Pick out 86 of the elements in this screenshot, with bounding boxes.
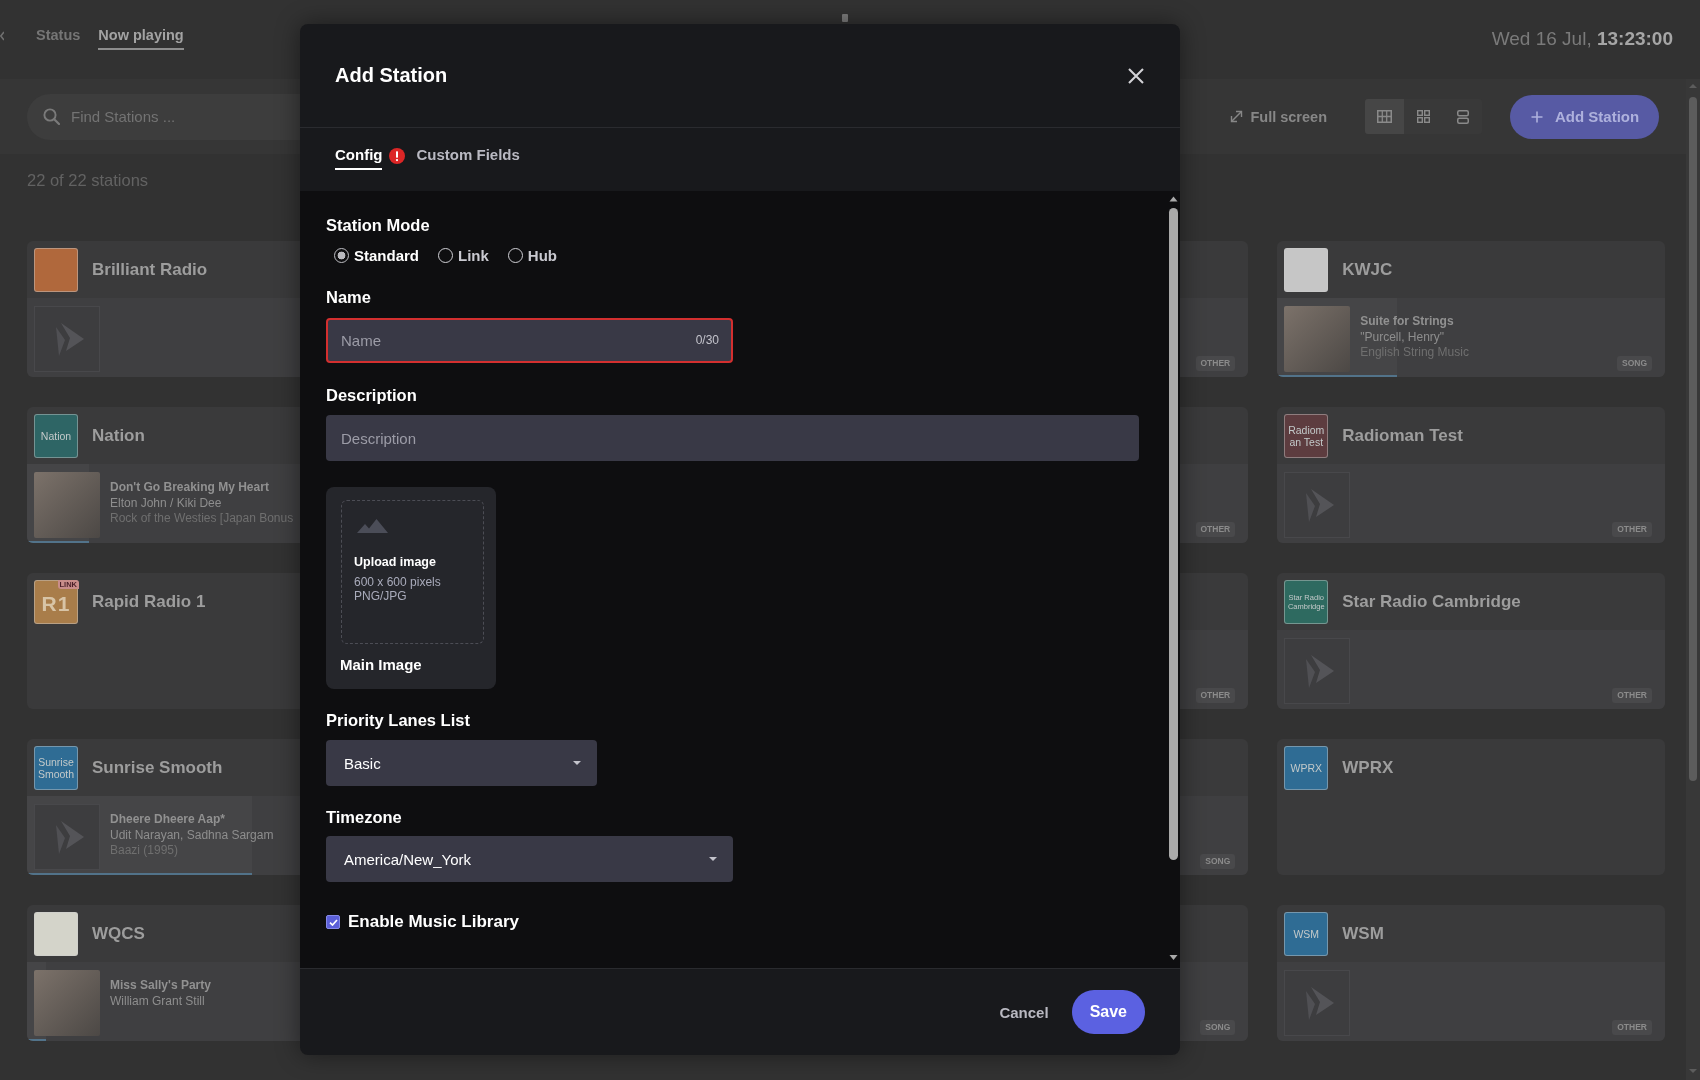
dialog-title: Add Station bbox=[335, 64, 448, 87]
checkbox[interactable] bbox=[326, 915, 340, 929]
field-label: Priority Lanes List bbox=[326, 710, 470, 730]
full-screen-button[interactable]: Full screen bbox=[1230, 108, 1327, 125]
song-artist: Udit Narayan, Sadhna Sargam bbox=[110, 827, 274, 843]
plus-icon bbox=[1531, 110, 1543, 123]
album-art-photo bbox=[34, 970, 100, 1036]
search-icon bbox=[43, 108, 60, 125]
station-name: Brilliant Radio bbox=[92, 259, 208, 280]
song-title: Don't Go Breaking My Heart bbox=[110, 480, 269, 496]
upload-title: Upload image bbox=[354, 554, 436, 570]
play-tile-icon bbox=[1284, 472, 1351, 538]
play-tile-icon bbox=[1284, 638, 1351, 704]
logo-text: R1 bbox=[41, 591, 71, 616]
chevron-left-icon[interactable] bbox=[0, 31, 4, 41]
album-art-photo bbox=[34, 472, 100, 538]
description-field[interactable]: Description bbox=[326, 415, 1139, 461]
station-card[interactable]: WSM WSM OTHER bbox=[1277, 905, 1665, 1041]
station-name: WPRX bbox=[1342, 757, 1394, 778]
rows-icon bbox=[1456, 109, 1469, 124]
logo-text: Sunrise Smooth bbox=[36, 755, 76, 780]
field-label: Timezone bbox=[326, 807, 402, 827]
add-station-button[interactable]: Add Station bbox=[1510, 94, 1659, 139]
caret-down-icon bbox=[573, 761, 581, 765]
logo-text: Radioman Test bbox=[1287, 423, 1326, 448]
character-counter: 0/30 bbox=[695, 333, 719, 348]
song-artist: William Grant Still bbox=[110, 993, 205, 1009]
cancel-button[interactable]: Cancel bbox=[999, 1003, 1049, 1021]
caret-down-icon bbox=[709, 857, 717, 861]
table-grid-icon bbox=[1377, 110, 1392, 123]
scrollbar[interactable] bbox=[1686, 79, 1700, 1080]
logo-text: WSM bbox=[1293, 927, 1320, 940]
content-type-label: OTHER bbox=[1195, 356, 1236, 371]
song-artist: "Purcell, Henry" bbox=[1360, 329, 1445, 345]
nav-tab[interactable]: Status bbox=[36, 27, 81, 50]
dialog-tab[interactable]: Config bbox=[335, 146, 383, 170]
timezone-select[interactable]: America/New_York bbox=[326, 836, 733, 882]
logo-text: WPRX bbox=[1290, 761, 1322, 774]
expand-icon bbox=[1230, 110, 1244, 123]
dialog-tab[interactable]: Custom Fields bbox=[416, 146, 520, 170]
content-type-label: SONG bbox=[1200, 854, 1236, 869]
content-type-label: OTHER bbox=[1195, 522, 1236, 537]
field-label: Station Mode bbox=[326, 215, 430, 235]
tiles-icon bbox=[1417, 110, 1430, 123]
content-type-label: OTHER bbox=[1612, 522, 1652, 537]
album-art-photo bbox=[1284, 306, 1351, 372]
radio-button[interactable] bbox=[334, 247, 349, 263]
station-name: Star Radio Cambridge bbox=[1342, 591, 1521, 612]
view-mode-button[interactable] bbox=[1365, 99, 1404, 134]
play-tile-icon bbox=[34, 804, 100, 870]
priority-lanes-select[interactable]: Basic bbox=[326, 740, 597, 786]
station-card[interactable]: Radioman Test Radioman Test OTHER bbox=[1277, 407, 1665, 543]
checkmark-icon bbox=[328, 918, 338, 926]
field-label: Name bbox=[326, 287, 371, 307]
content-type-label: OTHER bbox=[1612, 688, 1652, 703]
content-type-label: SONG bbox=[1616, 356, 1652, 371]
station-name: Rapid Radio 1 bbox=[92, 591, 206, 612]
station-name: Sunrise Smooth bbox=[92, 757, 223, 778]
close-button[interactable] bbox=[1126, 65, 1146, 86]
date-time: Wed 16 Jul, 13:23:00 bbox=[1491, 28, 1673, 50]
station-name: Radioman Test bbox=[1342, 425, 1463, 446]
station-name: WSM bbox=[1342, 923, 1384, 944]
upload-dropzone[interactable]: Upload image 600 x 600 pixels PNG/JPG bbox=[341, 500, 484, 644]
play-tile-icon bbox=[1284, 970, 1351, 1036]
station-card[interactable]: WPRX WPRX bbox=[1277, 739, 1665, 875]
song-artist: Elton John / Kiki Dee bbox=[110, 495, 222, 511]
upload-format-hint: PNG/JPG bbox=[354, 589, 407, 603]
content-type-label: OTHER bbox=[1612, 1020, 1652, 1035]
song-title: Suite for Strings bbox=[1360, 314, 1454, 330]
drag-handle-icon[interactable] bbox=[842, 14, 848, 22]
save-button[interactable]: Save bbox=[1071, 990, 1145, 1034]
play-tile-icon bbox=[34, 306, 100, 372]
field-label: Description bbox=[326, 385, 417, 405]
close-icon bbox=[1128, 67, 1144, 84]
station-name: WQCS bbox=[92, 923, 145, 944]
radio-label[interactable]: Link bbox=[458, 246, 489, 264]
content-type-label: OTHER bbox=[1195, 688, 1236, 703]
logo-text: Nation bbox=[40, 429, 72, 442]
mountains-icon bbox=[357, 517, 388, 533]
song-title: Miss Sally's Party bbox=[110, 978, 211, 994]
station-name: KWJC bbox=[1342, 259, 1393, 280]
song-title: Dheere Dheere Aap* bbox=[110, 812, 225, 828]
station-name: Nation bbox=[92, 425, 145, 446]
radio-label[interactable]: Hub bbox=[527, 246, 558, 264]
nav-tab[interactable]: Now playing bbox=[98, 27, 184, 50]
content-type-label: SONG bbox=[1200, 1020, 1236, 1035]
